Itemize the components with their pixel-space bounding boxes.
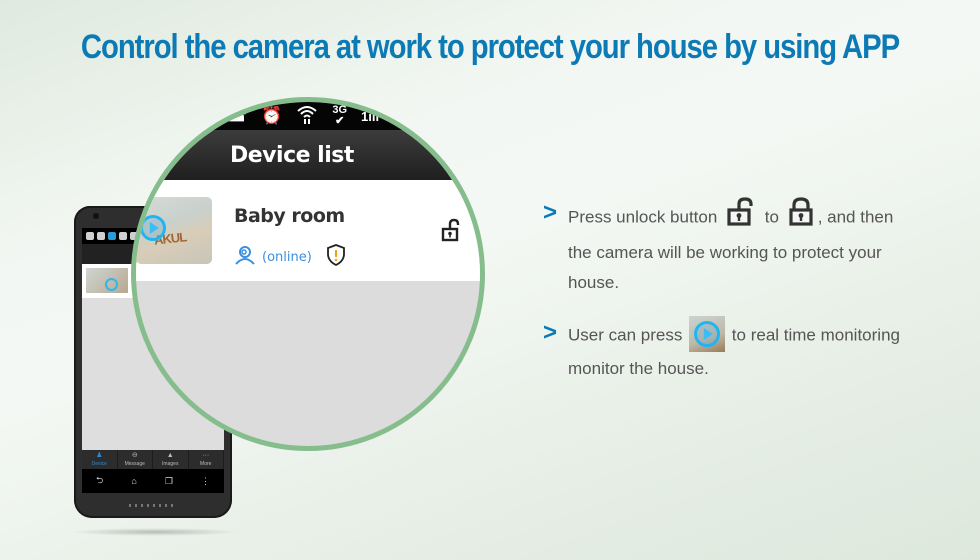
user-camera-icon xyxy=(234,245,256,270)
phone-camera xyxy=(93,213,99,219)
phone-nav-bar: ⮌ ⌂ ❐ ⋮ xyxy=(82,469,224,493)
alarm-icon: ⏰ xyxy=(261,106,283,125)
device-thumbnail[interactable]: AKUL xyxy=(136,197,212,264)
play-icon xyxy=(694,321,721,347)
tab-message[interactable]: ⊖ Message xyxy=(118,450,153,469)
phone-speaker xyxy=(129,504,177,507)
phone-device-thumbnail[interactable] xyxy=(86,268,128,293)
play-icon[interactable] xyxy=(105,278,118,291)
play-thumbnail-icon xyxy=(689,316,726,352)
lock-icon xyxy=(786,196,816,236)
device-online-status: (online) xyxy=(262,250,312,265)
page-title: Control the camera at work to protect yo… xyxy=(80,28,900,66)
device-list-title: Device list xyxy=(230,143,354,168)
phone-call-icon: ☎ xyxy=(226,106,248,125)
home-icon[interactable]: ⌂ xyxy=(131,476,136,486)
unlock-icon xyxy=(441,218,460,242)
phone-shadow xyxy=(70,528,240,536)
unlock-button[interactable] xyxy=(441,218,463,247)
status-icon xyxy=(97,232,105,240)
back-icon[interactable]: ⮌ xyxy=(96,473,103,489)
play-icon[interactable] xyxy=(140,215,166,241)
instruction-monitor: > User can press to real time monitoring… xyxy=(543,316,945,384)
instruction-lock: > Press unlock button to , and then the … xyxy=(543,196,945,298)
magnifier-callout: ☎ ⏰ 3G ✔ 1ıll 47 Device list AKUL Baby ro… xyxy=(131,97,485,451)
status-icon xyxy=(119,232,127,240)
message-icon: ⊖ xyxy=(131,452,138,459)
status-bar: ☎ ⏰ 3G ✔ 1ıll 47 xyxy=(136,102,480,130)
device-row[interactable]: AKUL Baby room (online) xyxy=(136,180,480,281)
status-icon xyxy=(86,232,94,240)
images-icon: ▲ xyxy=(166,452,174,459)
more-icon: ··· xyxy=(202,452,210,459)
unlock-icon xyxy=(726,196,756,236)
chevron-right-icon: > xyxy=(543,199,558,226)
signal-icon: 1ıll xyxy=(361,108,380,124)
network-3g-icon: 3G ✔ xyxy=(332,104,348,127)
status-icon xyxy=(108,232,116,240)
wifi-icon xyxy=(296,103,318,130)
chevron-right-icon: > xyxy=(543,319,558,346)
device-name: Baby room xyxy=(234,205,345,227)
recents-icon[interactable]: ❐ xyxy=(165,476,173,487)
tab-device[interactable]: ♟ Device xyxy=(82,450,118,469)
person-icon: ♟ xyxy=(96,452,103,459)
phone-tab-bar: ♟ Device ⊖ Message ▲ Images ··· More xyxy=(82,450,224,469)
app-header: Device list xyxy=(136,130,480,180)
menu-icon[interactable]: ⋮ xyxy=(201,476,210,487)
battery-text: 47 xyxy=(393,108,409,124)
tab-images[interactable]: ▲ Images xyxy=(153,450,189,469)
tab-more[interactable]: ··· More xyxy=(189,450,224,469)
shield-warning-icon[interactable] xyxy=(326,244,346,271)
